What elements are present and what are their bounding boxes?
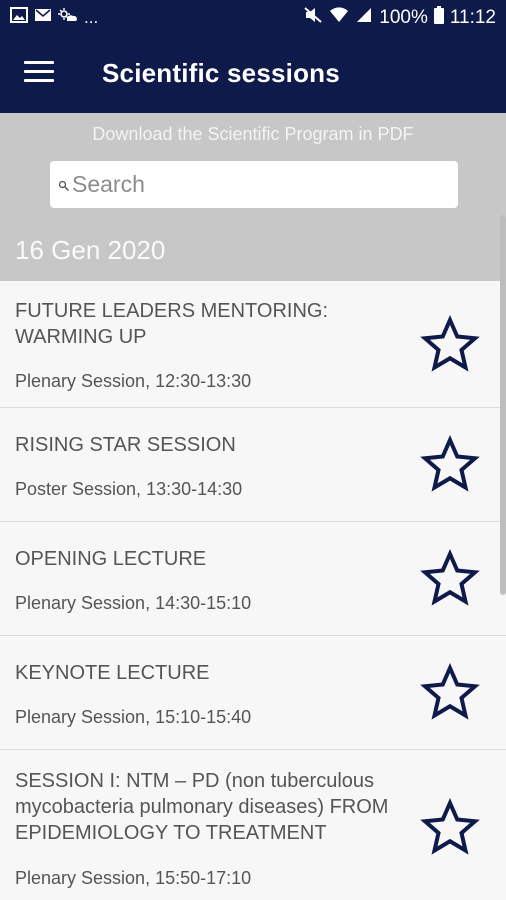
- status-bar: ... 100% 11:12: [0, 0, 506, 36]
- battery-icon: [433, 6, 444, 30]
- hamburger-menu-icon[interactable]: [24, 61, 54, 83]
- status-bar-system: 100% 11:12: [303, 6, 496, 30]
- session-subtitle: Plenary Session, 15:10-15:40: [15, 707, 252, 727]
- session-item[interactable]: SESSION I: NTM – PD (non tuberculous myc…: [0, 750, 506, 900]
- download-pdf-link[interactable]: Download the Scientific Program in PDF: [0, 124, 506, 145]
- date-heading: 16 Gen 2020: [15, 235, 166, 265]
- search-box[interactable]: [50, 161, 458, 208]
- gallery-notification-icon: [10, 7, 28, 28]
- session-subtitle: Poster Session, 13:30-14:30: [15, 479, 243, 499]
- page-title: Scientific sessions: [102, 58, 340, 88]
- favorite-star-icon[interactable]: [420, 798, 480, 858]
- favorite-star-icon[interactable]: [420, 663, 480, 723]
- session-item[interactable]: KEYNOTE LECTURE Plenary Session, 15:10-1…: [0, 636, 506, 750]
- favorite-star-icon[interactable]: [420, 549, 480, 609]
- mute-icon: [303, 6, 323, 30]
- status-bar-notifications: ...: [10, 7, 98, 28]
- wifi-icon: [329, 6, 349, 30]
- session-item[interactable]: RISING STAR SESSION Poster Session, 13:3…: [0, 408, 506, 522]
- more-notifications-indicator: ...: [84, 7, 99, 27]
- favorite-star-icon[interactable]: [420, 435, 480, 495]
- session-title: RISING STAR SESSION: [15, 434, 236, 456]
- favorite-star-icon[interactable]: [420, 315, 480, 375]
- session-subtitle: Plenary Session, 15:50-17:10: [15, 868, 252, 888]
- session-subtitle: Plenary Session, 14:30-15:10: [15, 593, 252, 613]
- session-item[interactable]: FUTURE LEADERS MENTORING: WARMING UP Ple…: [0, 281, 506, 408]
- session-title: FUTURE LEADERS MENTORING: WARMING UP: [15, 300, 328, 348]
- signal-icon: [355, 6, 373, 30]
- session-item[interactable]: OPENING LECTURE Plenary Session, 14:30-1…: [0, 522, 506, 636]
- session-subtitle: Plenary Session, 12:30-13:30: [15, 371, 252, 391]
- email-notification-icon: [34, 7, 52, 28]
- clock: 11:12: [449, 7, 496, 28]
- battery-percentage: 100%: [379, 7, 428, 28]
- weather-notification-icon: [58, 7, 78, 28]
- session-title: OPENING LECTURE: [15, 548, 207, 570]
- session-title: SESSION I: NTM – PD (non tuberculous myc…: [15, 770, 389, 844]
- search-input[interactable]: [72, 171, 442, 198]
- scrollbar[interactable]: [500, 215, 506, 595]
- app-bar: Scientific sessions: [0, 36, 506, 113]
- sessions-list[interactable]: FUTURE LEADERS MENTORING: WARMING UP Ple…: [0, 281, 506, 900]
- session-title: KEYNOTE LECTURE: [15, 662, 210, 684]
- sessions-header: Download the Scientific Program in PDF 1…: [0, 113, 506, 281]
- search-icon: [58, 179, 70, 191]
